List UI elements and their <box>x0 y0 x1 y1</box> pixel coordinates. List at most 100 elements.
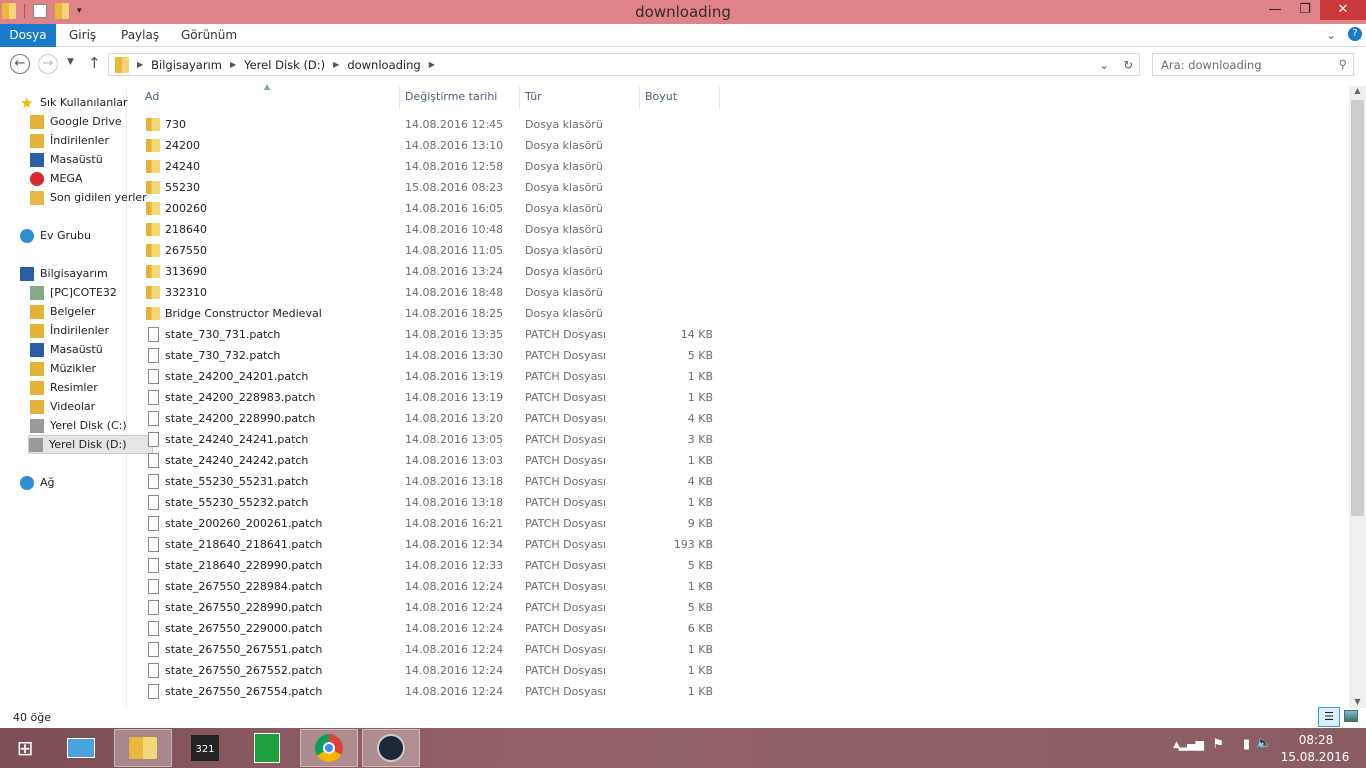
close-button[interactable]: ✕ <box>1320 0 1366 20</box>
minimize-button[interactable]: — <box>1260 0 1290 20</box>
folder-row[interactable]: 55230 15.08.2016 08:23 Dosya klasörü <box>137 177 727 198</box>
breadcrumb-computer[interactable]: Bilgisayarım <box>151 58 222 72</box>
details-view-icon[interactable]: ☰ <box>1318 707 1340 727</box>
file-type: Dosya klasörü <box>525 160 603 173</box>
file-icon <box>148 432 159 447</box>
file-row[interactable]: state_24240_24242.patch 14.08.2016 13:03 P… <box>137 450 727 471</box>
sidebar-item[interactable]: Ev Grubu <box>20 226 145 245</box>
file-row[interactable]: state_267550_267554.patch 14.08.2016 12:2… <box>137 681 727 702</box>
file-row[interactable]: state_267550_228990.patch 14.08.2016 12:2… <box>137 597 727 618</box>
file-row[interactable]: state_267550_267552.patch 14.08.2016 12:2… <box>137 660 727 681</box>
maximize-button[interactable]: ❐ <box>1290 0 1320 20</box>
help-icon[interactable]: ? <box>1348 27 1362 41</box>
column-name[interactable]: Ad <box>145 90 159 103</box>
file-date: 14.08.2016 13:18 <box>405 475 504 488</box>
folder-row[interactable]: 24240 14.08.2016 12:58 Dosya klasörü <box>137 156 727 177</box>
large-icons-view-icon[interactable] <box>1344 710 1358 722</box>
file-name: state_267550_267551.patch <box>165 643 323 656</box>
search-icon[interactable]: ⚲ <box>1339 57 1347 71</box>
file-row[interactable]: state_730_732.patch 14.08.2016 13:30 PATCH… <box>137 345 727 366</box>
file-row[interactable]: state_200260_200261.patch 14.08.2016 16:2… <box>137 513 727 534</box>
scrollbar-thumb[interactable] <box>1351 100 1364 516</box>
search-input[interactable]: Ara: downloading ⚲ <box>1152 53 1354 76</box>
window-title: downloading <box>635 3 731 21</box>
file-type: PATCH Dosyası <box>525 580 607 593</box>
address-dropdown-icon[interactable]: ⌄ <box>1099 58 1109 72</box>
sidebar-item[interactable]: ★ Sık Kullanılanlar <box>20 93 145 112</box>
clock-time[interactable]: 08:28 <box>1286 733 1346 747</box>
tab-home[interactable]: Giriş <box>69 24 96 47</box>
network-signal-icon[interactable]: ▂▄▆ <box>1179 738 1204 751</box>
file-row[interactable]: state_218640_228990.patch 14.08.2016 12:3… <box>137 555 727 576</box>
chevron-right-icon[interactable]: ▶ <box>333 60 339 69</box>
file-size: 1 KB <box>687 370 713 383</box>
file-row[interactable]: state_24200_24201.patch 14.08.2016 13:19 P… <box>137 366 727 387</box>
file-row[interactable]: state_24240_24241.patch 14.08.2016 13:05 P… <box>137 429 727 450</box>
column-date[interactable]: Değiştirme tarihi <box>405 90 497 103</box>
taskbar-app-chrome[interactable] <box>300 729 358 767</box>
clock-date[interactable]: 15.08.2016 <box>1280 750 1350 764</box>
action-center-flag-icon[interactable]: ⚑ <box>1212 737 1224 752</box>
file-name: Bridge Constructor Medieval <box>165 307 322 320</box>
column-type[interactable]: Tür <box>525 90 542 103</box>
downloads-icon <box>30 133 44 148</box>
file-row[interactable]: state_267550_229000.patch 14.08.2016 12:2… <box>137 618 727 639</box>
taskbar-app-explorer-window[interactable] <box>52 729 110 767</box>
folder-row[interactable]: 332310 14.08.2016 18:48 Dosya klasörü <box>137 282 727 303</box>
sidebar-item[interactable]: Ağ <box>20 473 145 492</box>
folder-row[interactable]: 730 14.08.2016 12:45 Dosya klasörü <box>137 114 727 135</box>
scroll-down-icon[interactable]: ▼ <box>1349 697 1366 706</box>
file-name: state_24200_24201.patch <box>165 370 309 383</box>
chevron-right-icon[interactable]: ▶ <box>137 60 143 69</box>
start-button[interactable]: ⊞ <box>0 729 50 767</box>
taskbar-app-calculator[interactable] <box>238 729 296 767</box>
tab-share[interactable]: Paylaş <box>121 24 159 47</box>
taskbar-app-steam[interactable] <box>362 729 420 767</box>
file-name: state_218640_228990.patch <box>165 559 323 572</box>
file-type: PATCH Dosyası <box>525 496 607 509</box>
file-row[interactable]: state_267550_228984.patch 14.08.2016 12:2… <box>137 576 727 597</box>
sidebar-item[interactable]: Yerel Disk (D:) <box>28 435 153 454</box>
sidebar-item[interactable]: Bilgisayarım <box>20 264 145 283</box>
vertical-scrollbar[interactable]: ▲ ▼ <box>1349 86 1366 708</box>
folder-row[interactable]: 313690 14.08.2016 13:24 Dosya klasörü <box>137 261 727 282</box>
refresh-icon[interactable]: ↻ <box>1123 58 1133 72</box>
column-size[interactable]: Boyut <box>645 90 677 103</box>
expand-ribbon-icon[interactable]: ⌄ <box>1326 24 1336 47</box>
chevron-right-icon[interactable]: ▶ <box>429 60 435 69</box>
folder-row[interactable]: 24200 14.08.2016 13:10 Dosya klasörü <box>137 135 727 156</box>
file-row[interactable]: state_24200_228983.patch 14.08.2016 13:19… <box>137 387 727 408</box>
folder-row[interactable]: Bridge Constructor Medieval 14.08.2016 18… <box>137 303 727 324</box>
file-name: 24240 <box>165 160 200 173</box>
breadcrumb-folder[interactable]: downloading <box>347 58 420 72</box>
taskbar-app-media-player[interactable]: 321 <box>176 729 234 767</box>
file-type: PATCH Dosyası <box>525 328 607 341</box>
battery-icon[interactable]: ▮ <box>1243 737 1250 752</box>
tab-view[interactable]: Görünüm <box>181 24 237 47</box>
folder-row[interactable]: 218640 14.08.2016 10:48 Dosya klasörü <box>137 219 727 240</box>
file-row[interactable]: state_267550_267551.patch 14.08.2016 12:2… <box>137 639 727 660</box>
sidebar-item-label: Belgeler <box>50 305 96 318</box>
file-row[interactable]: state_24200_228990.patch 14.08.2016 13:20… <box>137 408 727 429</box>
back-button[interactable]: ← <box>10 54 30 74</box>
forward-button[interactable]: → <box>38 54 58 74</box>
folder-row[interactable]: 267550 14.08.2016 11:05 Dosya klasörü <box>137 240 727 261</box>
file-date: 14.08.2016 13:05 <box>405 433 504 446</box>
file-row[interactable]: state_730_731.patch 14.08.2016 13:35 PATCH… <box>137 324 727 345</box>
folder-icon <box>146 286 160 299</box>
sort-ascending-icon: ▲ <box>264 82 271 91</box>
volume-icon[interactable]: 🔈 <box>1256 736 1272 751</box>
scroll-up-icon[interactable]: ▲ <box>1349 86 1366 95</box>
file-row[interactable]: state_218640_218641.patch 14.08.2016 12:3… <box>137 534 727 555</box>
file-row[interactable]: state_55230_55231.patch 14.08.2016 13:18 P… <box>137 471 727 492</box>
chevron-right-icon[interactable]: ▶ <box>230 60 236 69</box>
file-row[interactable]: state_55230_55232.patch 14.08.2016 13:18 P… <box>137 492 727 513</box>
up-button[interactable]: ↑ <box>88 54 101 72</box>
recent-locations-icon[interactable]: ▼ <box>67 57 74 67</box>
file-name: 55230 <box>165 181 200 194</box>
address-bar[interactable]: ▶ Bilgisayarım ▶ Yerel Disk (D:) ▶ downl… <box>108 53 1140 76</box>
taskbar-app-file-explorer[interactable] <box>114 729 172 767</box>
breadcrumb-drive[interactable]: Yerel Disk (D:) <box>244 58 325 72</box>
tab-file[interactable]: Dosya <box>0 24 56 47</box>
folder-row[interactable]: 200260 14.08.2016 16:05 Dosya klasörü <box>137 198 727 219</box>
